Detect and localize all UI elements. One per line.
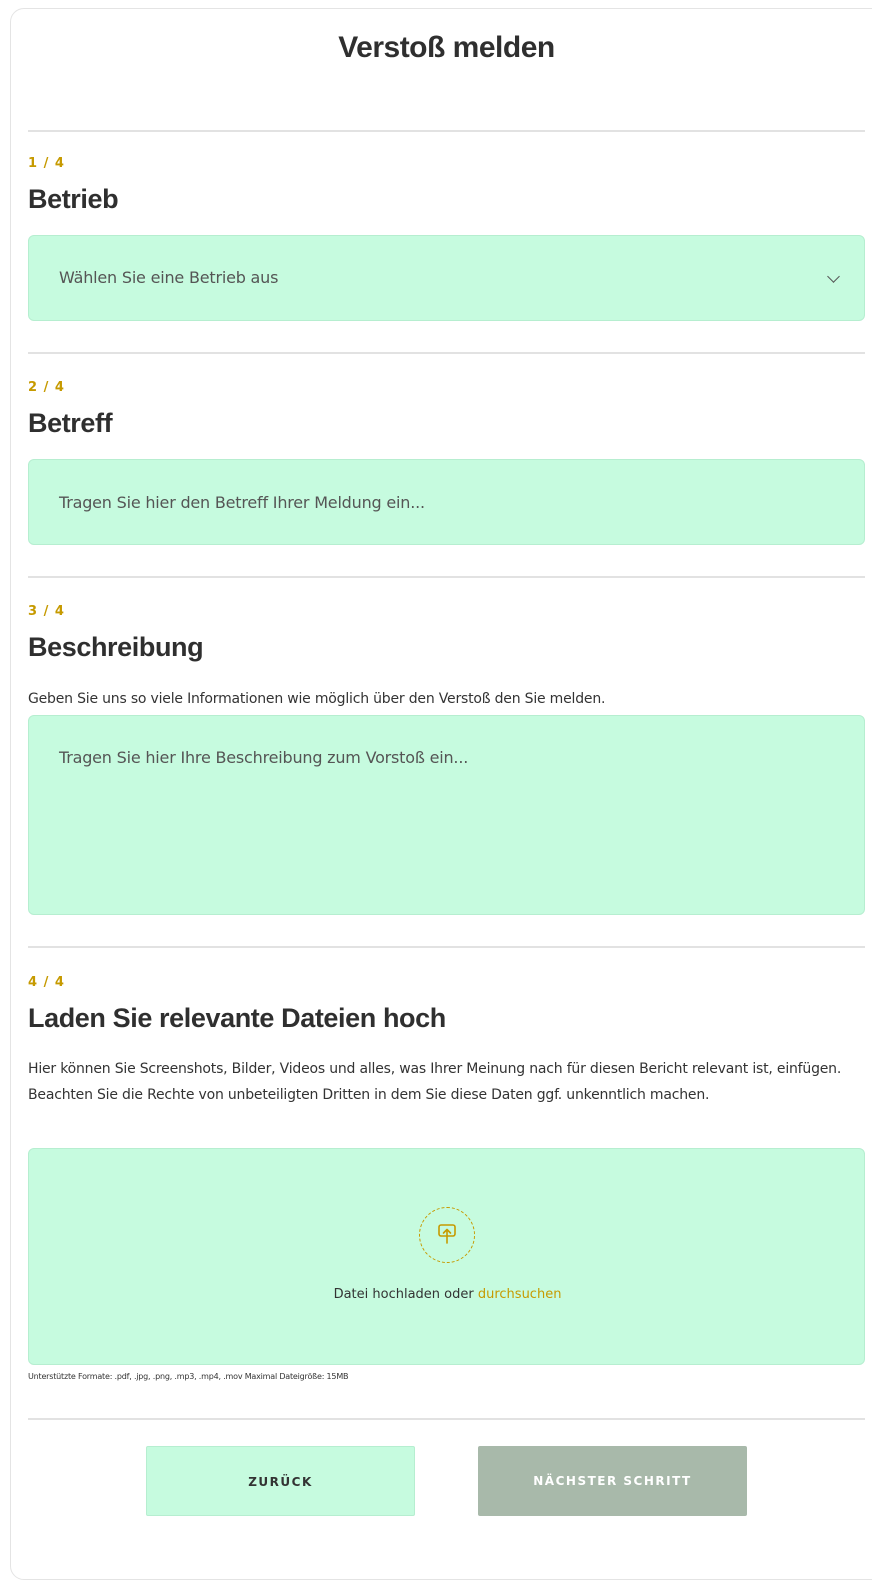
step-counter: 3 / 4: [28, 604, 65, 619]
beschreibung-textarea[interactable]: Tragen Sie hier Ihre Beschreibung zum Vo…: [28, 715, 865, 915]
back-button[interactable]: ZURÜCK: [146, 1446, 415, 1516]
section-divider: [28, 130, 865, 132]
betrieb-select-placeholder: Wählen Sie eine Betrieb aus: [59, 268, 279, 287]
supported-formats-note: Unterstützte Formate: .pdf, .jpg, .png, …: [28, 1372, 349, 1381]
next-step-button[interactable]: NÄCHSTER SCHRITT: [478, 1446, 747, 1516]
betrieb-select[interactable]: Wählen Sie eine Betrieb aus: [28, 235, 865, 321]
step-counter: 1 / 4: [28, 156, 65, 171]
step-heading-dateien: Laden Sie relevante Dateien hoch: [28, 1003, 446, 1033]
section-divider: [28, 1418, 865, 1420]
step-heading-betrieb: Betrieb: [28, 184, 119, 214]
dateien-help-text: Hier können Sie Screenshots, Bilder, Vid…: [28, 1061, 842, 1103]
section-divider: [28, 576, 865, 578]
step-counter: 2 / 4: [28, 380, 65, 395]
file-dropzone[interactable]: Datei hochladen oder durchsuchen: [28, 1148, 865, 1365]
betreff-input-placeholder: Tragen Sie hier den Betreff Ihrer Meldun…: [59, 493, 425, 512]
step-heading-betreff: Betreff: [28, 408, 113, 438]
beschreibung-help-text: Geben Sie uns so viele Informationen wie…: [28, 691, 606, 707]
step-counter: 4 / 4: [28, 975, 65, 990]
upload-text: Datei hochladen oder: [333, 1287, 474, 1302]
beschreibung-textarea-placeholder: Tragen Sie hier Ihre Beschreibung zum Vo…: [59, 748, 469, 767]
chevron-down-icon: [827, 270, 840, 283]
upload-icon[interactable]: [419, 1207, 475, 1263]
betreff-input[interactable]: Tragen Sie hier den Betreff Ihrer Meldun…: [28, 459, 865, 545]
upload-instructions: Datei hochladen oder durchsuchen: [29, 1287, 866, 1302]
section-divider: [28, 352, 865, 354]
form-title: Verstoß melden: [338, 31, 555, 64]
section-divider: [28, 946, 865, 948]
step-heading-beschreibung: Beschreibung: [28, 632, 204, 662]
browse-link[interactable]: durchsuchen: [478, 1287, 562, 1302]
